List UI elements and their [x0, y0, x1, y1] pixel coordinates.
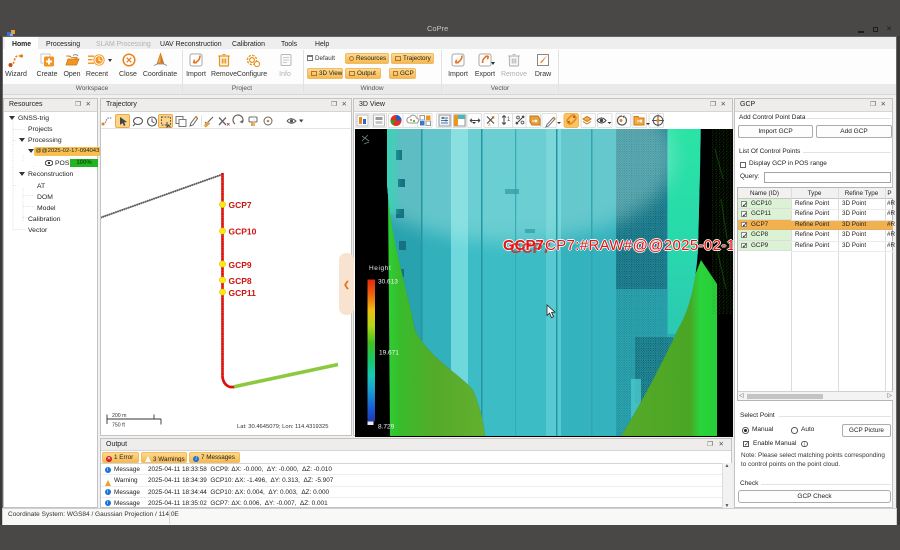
svg-text:Height: Height — [369, 265, 391, 272]
svg-text:8.729: 8.729 — [378, 423, 395, 430]
svg-text:Lat: 30.4645079; Lon: 114.4319: Lat: 30.4645079; Lon: 114.4319325 — [237, 424, 328, 430]
svg-text:750 ft: 750 ft — [112, 423, 126, 429]
svg-text:GCP7: GCP7 — [229, 200, 252, 210]
svg-text:GCP11: GCP11 — [229, 288, 257, 298]
svg-text:GCP8: GCP8 — [229, 276, 252, 286]
svg-text:200 m: 200 m — [112, 413, 126, 419]
svg-text:30.613: 30.613 — [378, 278, 398, 285]
svg-text:19.671: 19.671 — [379, 349, 399, 356]
svg-text:GCP10: GCP10 — [229, 227, 257, 237]
svg-text:GCP9: GCP9 — [229, 260, 252, 270]
